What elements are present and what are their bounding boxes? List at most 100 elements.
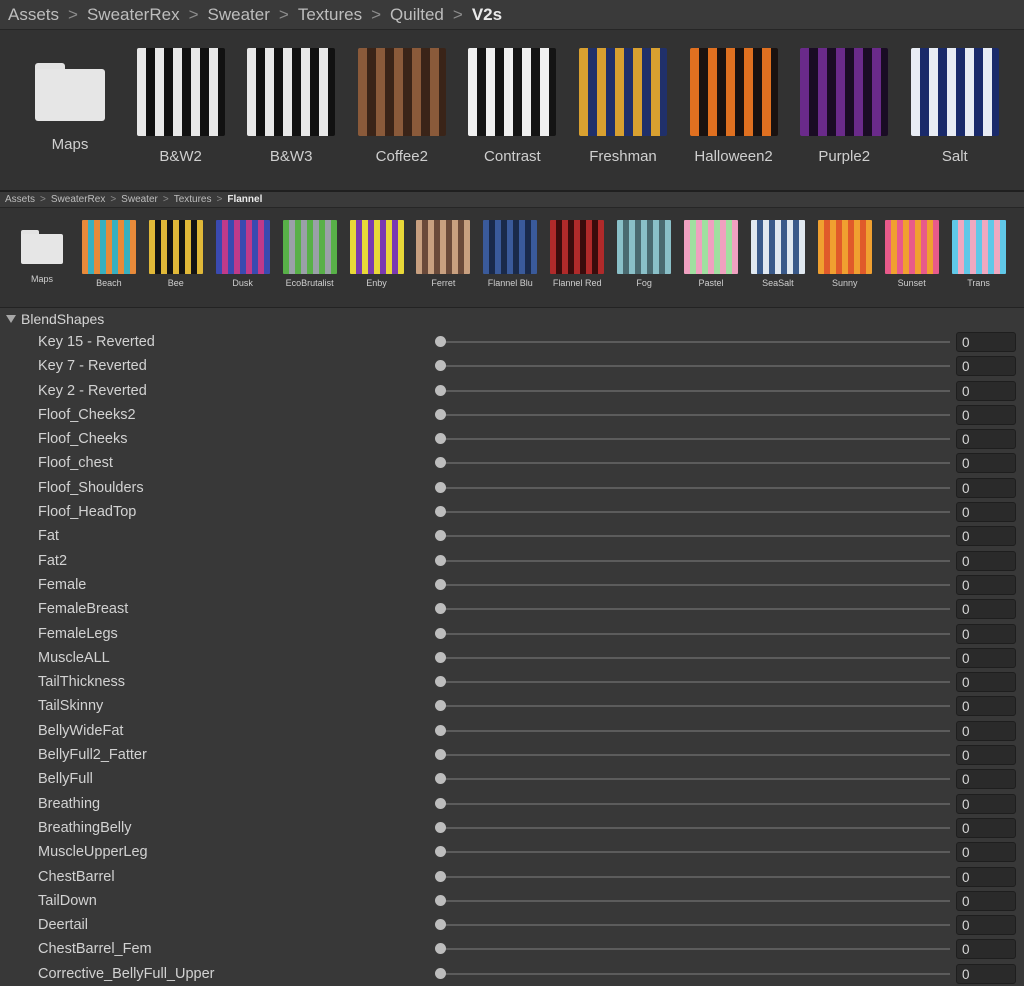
asset-tile[interactable]: Flannel Blu [480, 220, 540, 288]
asset-tile[interactable]: Maps [12, 220, 72, 284]
slider-track[interactable] [440, 583, 950, 586]
value-input[interactable]: 0 [956, 550, 1016, 571]
asset-tile[interactable]: Flannel Red [547, 220, 607, 288]
slider-handle[interactable] [435, 384, 446, 396]
value-input[interactable]: 0 [956, 332, 1016, 352]
slider-track[interactable] [440, 899, 950, 902]
asset-tile[interactable]: Fog [614, 220, 674, 288]
slider-track[interactable] [440, 608, 950, 611]
slider-handle[interactable] [435, 821, 446, 833]
breadcrumb-item[interactable]: Sweater [208, 5, 270, 25]
value-input[interactable]: 0 [956, 769, 1016, 790]
slider-handle[interactable] [435, 554, 446, 566]
slider-handle[interactable] [435, 481, 446, 493]
value-input[interactable]: 0 [956, 793, 1016, 814]
slider-handle[interactable] [435, 457, 446, 469]
slider-track[interactable] [440, 875, 950, 878]
value-input[interactable]: 0 [956, 502, 1016, 523]
value-input[interactable]: 0 [956, 453, 1016, 474]
slider-track[interactable] [440, 924, 950, 927]
value-input[interactable]: 0 [956, 623, 1016, 644]
slider-track[interactable] [440, 754, 950, 757]
asset-tile[interactable]: Ferret [413, 220, 473, 288]
value-input[interactable]: 0 [956, 647, 1016, 668]
value-input[interactable]: 0 [956, 380, 1016, 401]
value-input[interactable]: 0 [956, 477, 1016, 498]
slider-handle[interactable] [435, 506, 446, 518]
value-input[interactable]: 0 [956, 599, 1016, 620]
slider-track[interactable] [440, 778, 950, 781]
asset-tile[interactable]: Sunny [815, 220, 875, 288]
slider-handle[interactable] [435, 773, 446, 785]
slider-handle[interactable] [435, 870, 446, 882]
value-input[interactable]: 0 [956, 672, 1016, 693]
asset-tile[interactable]: Salt [905, 48, 1005, 165]
slider-handle[interactable] [435, 797, 446, 809]
asset-tile[interactable]: Sunset [882, 220, 942, 288]
asset-tile[interactable]: Contrast [462, 48, 562, 165]
value-input[interactable]: 0 [956, 404, 1016, 425]
breadcrumb-item[interactable]: Textures [174, 194, 212, 205]
breadcrumb-item[interactable]: V2s [472, 5, 502, 25]
value-input[interactable]: 0 [956, 745, 1016, 766]
slider-track[interactable] [440, 705, 950, 708]
asset-tile[interactable]: Trans [949, 220, 1009, 288]
slider-track[interactable] [440, 535, 950, 538]
slider-handle[interactable] [435, 433, 446, 445]
slider-handle[interactable] [435, 530, 446, 542]
slider-track[interactable] [440, 826, 950, 829]
slider-track[interactable] [440, 462, 950, 465]
asset-tile[interactable]: B&W2 [131, 48, 231, 165]
value-input[interactable]: 0 [956, 817, 1016, 838]
slider-handle[interactable] [435, 724, 446, 736]
slider-track[interactable] [440, 486, 950, 489]
slider-handle[interactable] [435, 578, 446, 590]
asset-tile[interactable]: EcoBrutalist [280, 220, 340, 288]
asset-tile[interactable]: Enby [347, 220, 407, 288]
slider-handle[interactable] [435, 943, 446, 955]
breadcrumb-item[interactable]: Quilted [390, 5, 444, 25]
slider-handle[interactable] [435, 676, 446, 688]
value-input[interactable]: 0 [956, 720, 1016, 741]
breadcrumb-item[interactable]: Sweater [121, 194, 158, 205]
asset-tile[interactable]: Beach [79, 220, 139, 288]
asset-tile[interactable]: Purple2 [794, 48, 894, 165]
slider-track[interactable] [440, 972, 950, 975]
slider-handle[interactable] [435, 651, 446, 663]
slider-track[interactable] [440, 729, 950, 732]
breadcrumb-item[interactable]: Assets [8, 5, 59, 25]
slider-track[interactable] [440, 365, 950, 368]
value-input[interactable]: 0 [956, 963, 1016, 984]
slider-track[interactable] [440, 681, 950, 684]
slider-handle[interactable] [435, 967, 446, 979]
slider-track[interactable] [440, 389, 950, 392]
slider-track[interactable] [440, 413, 950, 416]
slider-handle[interactable] [435, 336, 446, 347]
slider-track[interactable] [440, 632, 950, 635]
slider-track[interactable] [440, 851, 950, 854]
value-input[interactable]: 0 [956, 842, 1016, 863]
value-input[interactable]: 0 [956, 915, 1016, 936]
value-input[interactable]: 0 [956, 939, 1016, 960]
slider-handle[interactable] [435, 700, 446, 712]
breadcrumb-item[interactable]: Flannel [227, 194, 262, 205]
breadcrumb-item[interactable]: SweaterRex [87, 5, 180, 25]
slider-handle[interactable] [435, 603, 446, 615]
foldout-triangle-icon[interactable] [6, 315, 16, 323]
asset-tile[interactable]: Coffee2 [352, 48, 452, 165]
slider-track[interactable] [440, 559, 950, 562]
slider-track[interactable] [440, 341, 950, 343]
asset-tile[interactable]: Maps [20, 48, 120, 153]
slider-handle[interactable] [435, 360, 446, 372]
breadcrumb-item[interactable]: Textures [298, 5, 362, 25]
slider-track[interactable] [440, 802, 950, 805]
value-input[interactable]: 0 [956, 696, 1016, 717]
breadcrumb-item[interactable]: Assets [5, 194, 35, 205]
slider-handle[interactable] [435, 919, 446, 931]
slider-handle[interactable] [435, 846, 446, 858]
value-input[interactable]: 0 [956, 356, 1016, 377]
value-input[interactable]: 0 [956, 526, 1016, 547]
asset-tile[interactable]: Dusk [213, 220, 273, 288]
value-input[interactable]: 0 [956, 890, 1016, 911]
value-input[interactable]: 0 [956, 429, 1016, 450]
